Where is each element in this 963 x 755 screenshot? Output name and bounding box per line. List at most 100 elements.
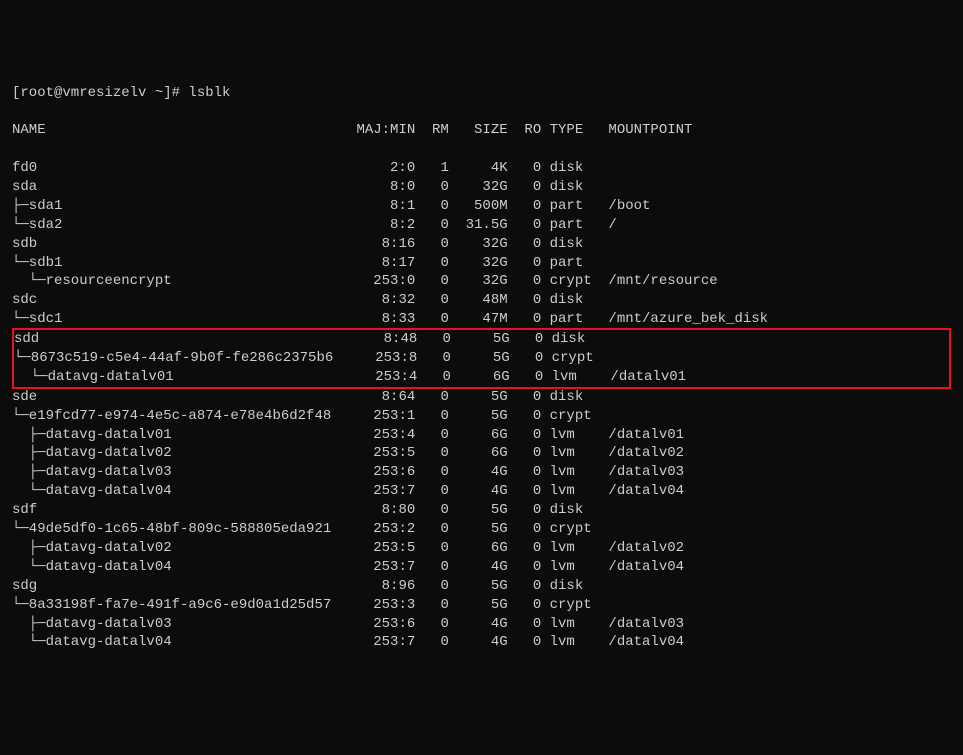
- cell-name: ├─datavg-datalv01: [12, 426, 356, 445]
- cell-mountpoint: /datalv01: [608, 426, 684, 445]
- cell-name: └─datavg-datalv01: [14, 368, 358, 387]
- cell-size: 500M: [457, 197, 507, 216]
- cell-ro: 0: [516, 444, 541, 463]
- cell-majmin: 253:5: [356, 539, 415, 558]
- cell-rm: 0: [424, 501, 449, 520]
- cell-size: 4G: [457, 558, 507, 577]
- cell-rm: 0: [426, 349, 451, 368]
- hdr-type: TYPE: [550, 121, 600, 140]
- cell-mountpoint: /mnt/azure_bek_disk: [608, 310, 768, 329]
- table-row: fd02:0 1 4K 0 disk: [12, 159, 951, 178]
- cell-name: └─49de5df0-1c65-48bf-809c-588805eda921: [12, 520, 356, 539]
- cell-mountpoint: /datalv03: [608, 463, 684, 482]
- cell-size: 6G: [457, 539, 507, 558]
- cell-majmin: 8:32: [356, 291, 415, 310]
- cell-rm: 0: [424, 558, 449, 577]
- cell-name: └─8a33198f-fa7e-491f-a9c6-e9d0a1d25d57: [12, 596, 356, 615]
- table-row: ├─datavg-datalv02253:5 0 6G 0 lvm /datal…: [12, 539, 951, 558]
- table-row: sdf8:80 0 5G 0 disk: [12, 501, 951, 520]
- cell-name: ├─sda1: [12, 197, 356, 216]
- table-row: └─49de5df0-1c65-48bf-809c-588805eda92125…: [12, 520, 951, 539]
- cell-name: └─resourceencrypt: [12, 272, 356, 291]
- cell-name: sde: [12, 388, 356, 407]
- cell-ro: 0: [518, 368, 543, 387]
- cell-size: 5G: [457, 388, 507, 407]
- cell-mountpoint: /boot: [608, 197, 650, 216]
- cell-size: 5G: [459, 330, 509, 349]
- cell-name: sdc: [12, 291, 356, 310]
- table-row: └─sdc18:33 0 47M 0 part /mnt/azure_bek_d…: [12, 310, 951, 329]
- cell-size: 4G: [457, 463, 507, 482]
- cell-rm: 0: [424, 615, 449, 634]
- cell-ro: 0: [516, 178, 541, 197]
- hdr-majmin: MAJ:MIN: [356, 121, 415, 140]
- cell-type: crypt: [550, 596, 600, 615]
- cell-ro: 0: [516, 407, 541, 426]
- cell-rm: 0: [424, 463, 449, 482]
- cell-type: part: [550, 216, 600, 235]
- cell-name: fd0: [12, 159, 356, 178]
- cell-ro: 0: [516, 426, 541, 445]
- cell-majmin: 253:0: [356, 272, 415, 291]
- cell-size: 5G: [457, 577, 507, 596]
- hdr-mountpoint: MOUNTPOINT: [608, 121, 692, 140]
- cell-name: └─datavg-datalv04: [12, 558, 356, 577]
- cell-ro: 0: [516, 577, 541, 596]
- cell-type: lvm: [550, 463, 600, 482]
- cell-type: disk: [550, 159, 600, 178]
- cell-ro: 0: [516, 235, 541, 254]
- cell-rm: 0: [424, 426, 449, 445]
- table-row: └─datavg-datalv01253:4 0 6G 0 lvm /datal…: [14, 368, 949, 387]
- cell-size: 6G: [459, 368, 509, 387]
- cell-ro: 0: [516, 272, 541, 291]
- cell-majmin: 2:0: [356, 159, 415, 178]
- cell-type: lvm: [550, 426, 600, 445]
- cell-size: 6G: [457, 426, 507, 445]
- cell-name: └─e19fcd77-e974-4e5c-a874-e78e4b6d2f48: [12, 407, 356, 426]
- cell-size: 5G: [459, 349, 509, 368]
- table-row: ├─datavg-datalv01253:4 0 6G 0 lvm /datal…: [12, 426, 951, 445]
- cell-majmin: 253:7: [356, 633, 415, 652]
- cell-mountpoint: /datalv02: [608, 444, 684, 463]
- cell-type: disk: [550, 291, 600, 310]
- cell-rm: 0: [424, 291, 449, 310]
- cell-type: part: [550, 254, 600, 273]
- cell-name: └─datavg-datalv04: [12, 482, 356, 501]
- cell-mountpoint: /datalv01: [610, 368, 686, 387]
- cell-rm: 0: [424, 216, 449, 235]
- cell-type: disk: [550, 501, 600, 520]
- cell-majmin: 8:96: [356, 577, 415, 596]
- cell-rm: 0: [426, 368, 451, 387]
- cell-size: 32G: [457, 272, 507, 291]
- cell-rm: 0: [424, 178, 449, 197]
- cell-rm: 0: [424, 407, 449, 426]
- cell-rm: 0: [424, 596, 449, 615]
- cell-size: 5G: [457, 407, 507, 426]
- cell-rm: 0: [424, 577, 449, 596]
- cell-mountpoint: /datalv02: [608, 539, 684, 558]
- cell-name: sdf: [12, 501, 356, 520]
- cell-ro: 0: [516, 520, 541, 539]
- cell-ro: 0: [516, 159, 541, 178]
- table-row: └─8a33198f-fa7e-491f-a9c6-e9d0a1d25d5725…: [12, 596, 951, 615]
- cell-majmin: 253:7: [356, 558, 415, 577]
- cell-type: disk: [552, 330, 602, 349]
- cell-mountpoint: /: [608, 216, 616, 235]
- cell-type: lvm: [550, 444, 600, 463]
- table-row: └─8673c519-c5e4-44af-9b0f-fe286c2375b625…: [14, 349, 949, 368]
- cell-type: crypt: [552, 349, 602, 368]
- cell-name: └─sda2: [12, 216, 356, 235]
- cell-majmin: 253:6: [356, 615, 415, 634]
- cell-mountpoint: /mnt/resource: [608, 272, 717, 291]
- cell-rm: 0: [424, 388, 449, 407]
- cell-size: 48M: [457, 291, 507, 310]
- cell-type: disk: [550, 235, 600, 254]
- cell-majmin: 253:3: [356, 596, 415, 615]
- cell-ro: 0: [516, 615, 541, 634]
- table-row: └─e19fcd77-e974-4e5c-a874-e78e4b6d2f4825…: [12, 407, 951, 426]
- cell-majmin: 8:0: [356, 178, 415, 197]
- cell-size: 32G: [457, 254, 507, 273]
- cell-rm: 0: [424, 197, 449, 216]
- cell-size: 31.5G: [457, 216, 507, 235]
- hdr-name: NAME: [12, 121, 356, 140]
